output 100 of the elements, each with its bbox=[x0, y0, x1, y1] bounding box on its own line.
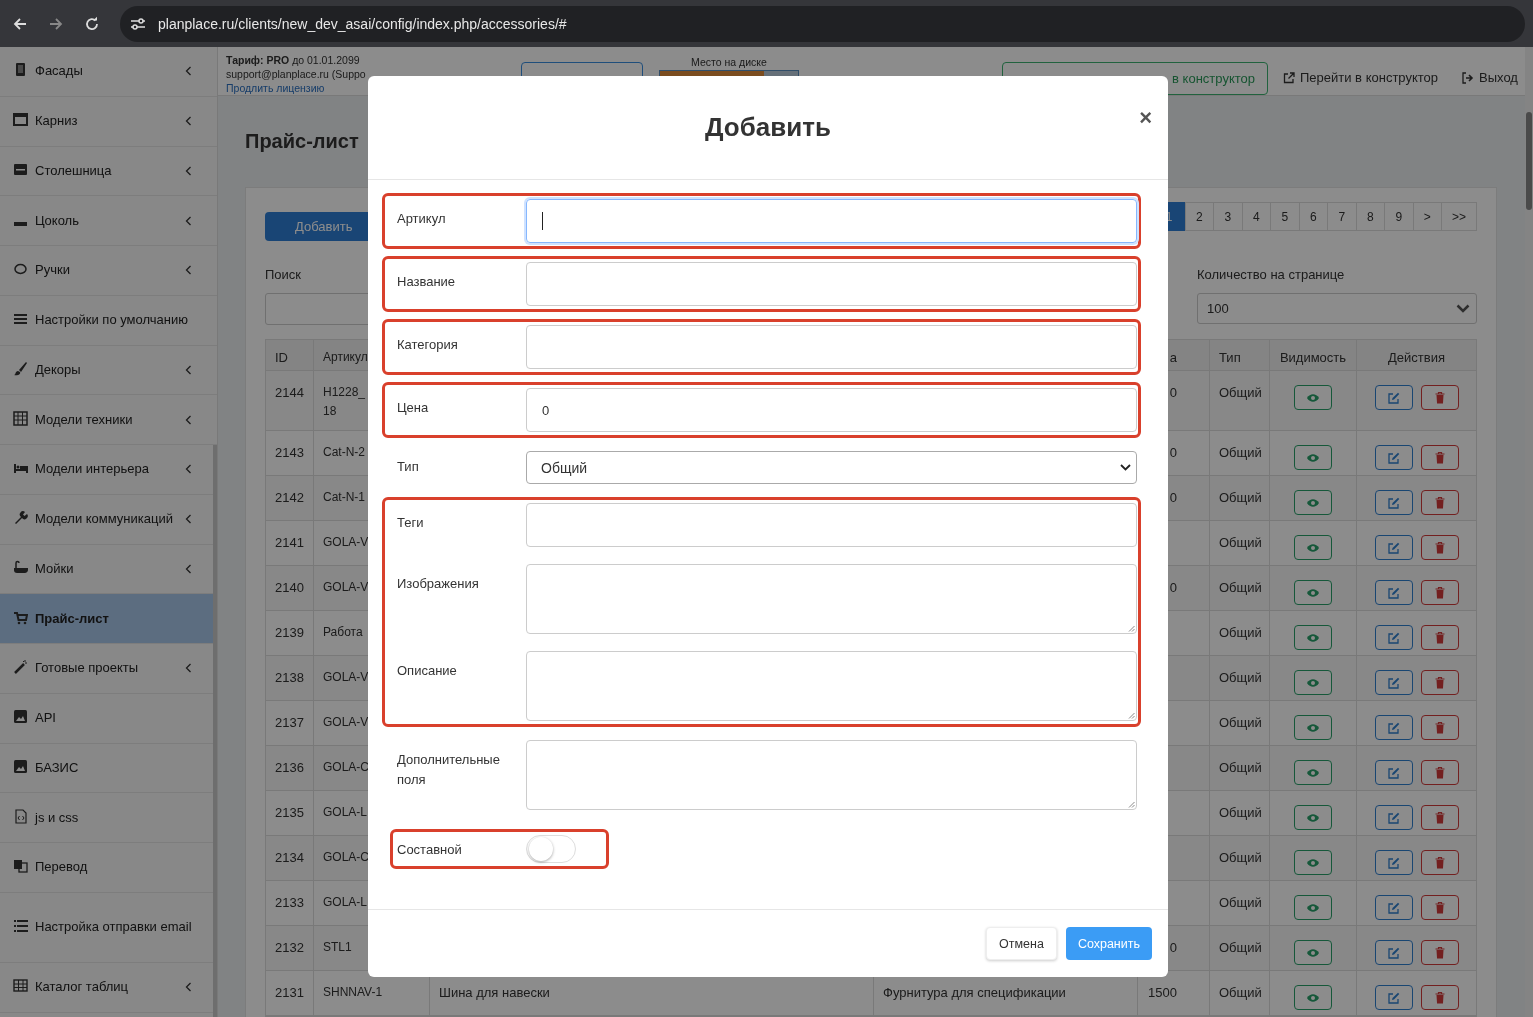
visibility-button[interactable] bbox=[1294, 580, 1332, 605]
visibility-button[interactable] bbox=[1294, 760, 1332, 785]
edit-button[interactable] bbox=[1374, 985, 1413, 1010]
visibility-button[interactable] bbox=[1294, 940, 1332, 965]
edit-button[interactable] bbox=[1374, 940, 1413, 965]
visibility-button[interactable] bbox=[1294, 805, 1332, 830]
builder-link[interactable]: Перейти в конструктор bbox=[1283, 70, 1439, 85]
text-area[interactable] bbox=[526, 564, 1137, 634]
visibility-button[interactable] bbox=[1294, 385, 1332, 410]
trash-icon bbox=[1434, 856, 1445, 869]
trash-icon bbox=[1434, 451, 1445, 464]
visibility-button[interactable] bbox=[1294, 670, 1332, 695]
delete-button[interactable] bbox=[1420, 490, 1459, 515]
scrollbar[interactable] bbox=[1525, 47, 1533, 1017]
delete-button[interactable] bbox=[1420, 385, 1459, 410]
site-settings-icon[interactable] bbox=[130, 16, 146, 31]
visibility-button[interactable] bbox=[1294, 490, 1332, 515]
cancel-button[interactable]: Отмена bbox=[986, 927, 1057, 960]
sidebar-item[interactable]: Настройки по умолчанию bbox=[0, 295, 217, 346]
wand-icon bbox=[13, 659, 28, 675]
delete-button[interactable] bbox=[1420, 805, 1459, 830]
forward-icon[interactable] bbox=[48, 15, 64, 32]
sidebar-item[interactable]: Столешница bbox=[0, 146, 217, 197]
resize-grip-icon[interactable] bbox=[1128, 625, 1135, 632]
cart-icon bbox=[13, 609, 28, 625]
text-area[interactable] bbox=[526, 740, 1137, 810]
sidebar-item[interactable]: Фасады bbox=[0, 47, 217, 97]
visibility-button[interactable] bbox=[1294, 850, 1332, 875]
visibility-button[interactable] bbox=[1294, 625, 1332, 650]
input-field[interactable] bbox=[526, 503, 1137, 547]
edit-button[interactable] bbox=[1374, 580, 1413, 605]
trash-icon bbox=[1434, 901, 1445, 914]
edit-button[interactable] bbox=[1374, 670, 1413, 695]
delete-button[interactable] bbox=[1420, 940, 1459, 965]
delete-button[interactable] bbox=[1420, 670, 1459, 695]
sidebar-item[interactable]: Цоколь bbox=[0, 196, 217, 246]
dialog-title: Добавить bbox=[705, 112, 831, 143]
visibility-button[interactable] bbox=[1294, 985, 1332, 1010]
resize-grip-icon[interactable] bbox=[1128, 712, 1135, 719]
type-select[interactable]: Общий bbox=[526, 451, 1137, 484]
visibility-button[interactable] bbox=[1294, 535, 1332, 560]
edit-button[interactable] bbox=[1374, 385, 1413, 410]
input-field[interactable] bbox=[526, 262, 1137, 306]
delete-button[interactable] bbox=[1420, 535, 1459, 560]
edit-button[interactable] bbox=[1374, 625, 1413, 650]
input-field[interactable] bbox=[526, 199, 1137, 243]
text-area[interactable] bbox=[526, 651, 1137, 721]
visibility-button[interactable] bbox=[1294, 445, 1332, 470]
page-link[interactable]: >> bbox=[1441, 202, 1477, 231]
page-link[interactable]: 7 bbox=[1327, 202, 1357, 231]
reload-icon[interactable] bbox=[84, 15, 100, 32]
per-page-select[interactable]: 100 bbox=[1197, 293, 1477, 324]
delete-button[interactable] bbox=[1420, 580, 1459, 605]
input-field[interactable] bbox=[526, 325, 1137, 369]
table-cell: 2132 bbox=[266, 926, 314, 970]
delete-button[interactable] bbox=[1420, 985, 1459, 1010]
visibility-button[interactable] bbox=[1294, 715, 1332, 740]
renew-license-link[interactable]: Продлить лицензию bbox=[226, 82, 369, 94]
edit-button[interactable] bbox=[1374, 895, 1413, 920]
edit-button[interactable] bbox=[1374, 535, 1413, 560]
table-cell: 2139 bbox=[266, 611, 314, 655]
page-link[interactable]: 9 bbox=[1384, 202, 1414, 231]
delete-button[interactable] bbox=[1420, 760, 1459, 785]
delete-button[interactable] bbox=[1420, 850, 1459, 875]
table-cell: Общий bbox=[1210, 476, 1270, 520]
sidebar-item[interactable]: Модели техники bbox=[0, 395, 217, 445]
page-link[interactable]: 4 bbox=[1241, 202, 1271, 231]
address-bar[interactable]: planplace.ru/clients/new_dev_asai/config/index.php/accessories/# bbox=[120, 5, 1525, 42]
logout-link[interactable]: Выход bbox=[1462, 70, 1518, 85]
edit-button[interactable] bbox=[1374, 445, 1413, 470]
edit-button[interactable] bbox=[1374, 715, 1413, 740]
delete-button[interactable] bbox=[1420, 445, 1459, 470]
page-link[interactable]: 8 bbox=[1355, 202, 1385, 231]
wrench-icon bbox=[13, 510, 28, 526]
page-link[interactable]: 2 bbox=[1184, 202, 1214, 231]
edit-icon bbox=[1387, 811, 1400, 824]
delete-button[interactable] bbox=[1420, 625, 1459, 650]
delete-button[interactable] bbox=[1420, 895, 1459, 920]
back-icon[interactable] bbox=[12, 15, 28, 32]
input-field[interactable]: 0 bbox=[526, 388, 1137, 432]
page-link[interactable]: > bbox=[1412, 202, 1442, 231]
toggle-switch[interactable] bbox=[526, 835, 576, 863]
visibility-button[interactable] bbox=[1294, 895, 1332, 920]
sidebar-item[interactable]: Ручки bbox=[0, 246, 217, 296]
sidebar-item[interactable]: Карниз bbox=[0, 96, 217, 147]
page-link[interactable]: 3 bbox=[1213, 202, 1243, 231]
field-label: Артикул bbox=[397, 210, 447, 228]
resize-grip-icon[interactable] bbox=[1128, 801, 1135, 808]
edit-button[interactable] bbox=[1374, 850, 1413, 875]
delete-button[interactable] bbox=[1420, 715, 1459, 740]
table-cell: 2140 bbox=[266, 566, 314, 610]
page-link[interactable]: 5 bbox=[1270, 202, 1300, 231]
sidebar-item[interactable]: Декоры bbox=[0, 345, 217, 396]
edit-button[interactable] bbox=[1374, 760, 1413, 785]
close-button[interactable]: × bbox=[1137, 105, 1154, 131]
eye-icon bbox=[1306, 542, 1320, 553]
page-link[interactable]: 6 bbox=[1298, 202, 1328, 231]
save-button[interactable]: Сохранить bbox=[1065, 927, 1152, 960]
edit-button[interactable] bbox=[1374, 490, 1413, 515]
edit-button[interactable] bbox=[1374, 805, 1413, 830]
